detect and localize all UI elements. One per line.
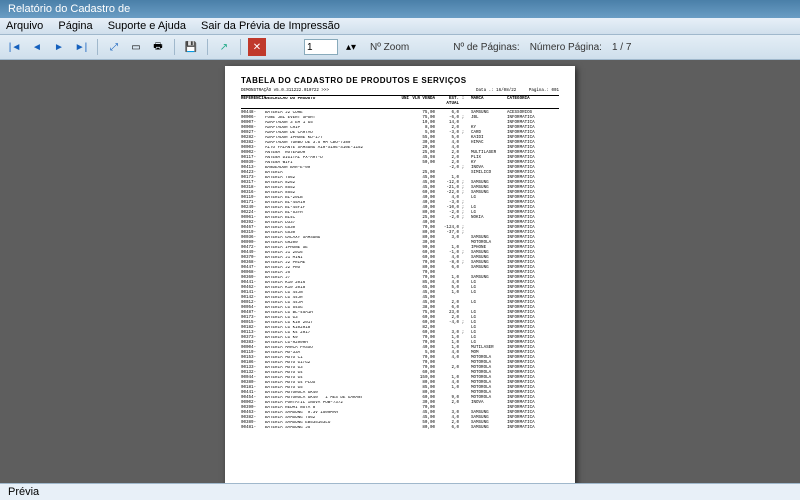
page-num-label: Número Página: bbox=[530, 42, 602, 53]
pages-label: Nº de Páginas: bbox=[453, 42, 519, 53]
window-titlebar: Relatório do Cadastro de bbox=[0, 0, 800, 18]
nav-next-icon[interactable]: ► bbox=[50, 38, 68, 56]
status-previa: Prévia bbox=[8, 486, 39, 498]
table-body: 00448-BATERIA J2 CORE75,006,0SAMSUNGACES… bbox=[241, 111, 559, 431]
report-page: TABELA DO CADASTRO DE PRODUTOS E SERVIÇO… bbox=[225, 66, 575, 486]
nav-first-icon[interactable]: |◄ bbox=[6, 38, 24, 56]
table-header: REFERENCIA DESCRICAO DO PRODUTO UNI VLR … bbox=[241, 97, 559, 109]
table-row: 00481-BATERIA SAMSUNG J580,006,0SAMSUNGI… bbox=[241, 426, 559, 431]
page-num: 1 / 7 bbox=[612, 42, 631, 53]
date-label: Data .: bbox=[476, 89, 494, 93]
statusbar: Prévia bbox=[0, 483, 800, 500]
menu-suporte[interactable]: Suporte e Ajuda bbox=[108, 20, 186, 32]
separator bbox=[207, 39, 208, 55]
separator bbox=[97, 39, 98, 55]
report-demo: DEMONSTRAÇÃO v5.0.311222.010722 >>> bbox=[241, 89, 329, 94]
separator bbox=[240, 39, 241, 55]
separator bbox=[174, 39, 175, 55]
pagenum-value: 001 bbox=[551, 89, 559, 93]
menu-sair[interactable]: Sair da Prévia de Impressão bbox=[201, 20, 340, 32]
print-icon[interactable]: 🖶 bbox=[149, 38, 167, 56]
zoom-input[interactable] bbox=[304, 39, 338, 55]
page-setup-icon[interactable]: ▭ bbox=[127, 38, 145, 56]
menubar: Arquivo Página Suporte e Ajuda Sair da P… bbox=[0, 18, 800, 35]
zoom-label: Nº Zoom bbox=[370, 42, 409, 53]
nav-prev-icon[interactable]: ◄ bbox=[28, 38, 46, 56]
menu-pagina[interactable]: Página bbox=[58, 20, 92, 32]
nav-last-icon[interactable]: ►| bbox=[72, 38, 90, 56]
date-value: 16/08/22 bbox=[496, 89, 516, 93]
pagenum-label: Pagina.: bbox=[529, 89, 549, 93]
preview-workspace: TABELA DO CADASTRO DE PRODUTOS E SERVIÇO… bbox=[0, 60, 800, 490]
close-icon[interactable]: ✕ bbox=[248, 38, 266, 56]
export-icon[interactable]: ↗ bbox=[215, 38, 233, 56]
report-title: TABELA DO CADASTRO DE PRODUTOS E SERVIÇO… bbox=[241, 78, 559, 83]
save-icon[interactable]: 💾 bbox=[182, 38, 200, 56]
toolbar: |◄ ◄ ► ►| ⤢ ▭ 🖶 💾 ↗ ✕ ▴▾ Nº Zoom Nº de P… bbox=[0, 35, 800, 60]
zoom-tool-icon[interactable]: ⤢ bbox=[105, 38, 123, 56]
menu-arquivo[interactable]: Arquivo bbox=[6, 20, 43, 32]
zoom-spinner-icon[interactable]: ▴▾ bbox=[342, 38, 360, 56]
window-title: Relatório do Cadastro de bbox=[8, 3, 130, 15]
